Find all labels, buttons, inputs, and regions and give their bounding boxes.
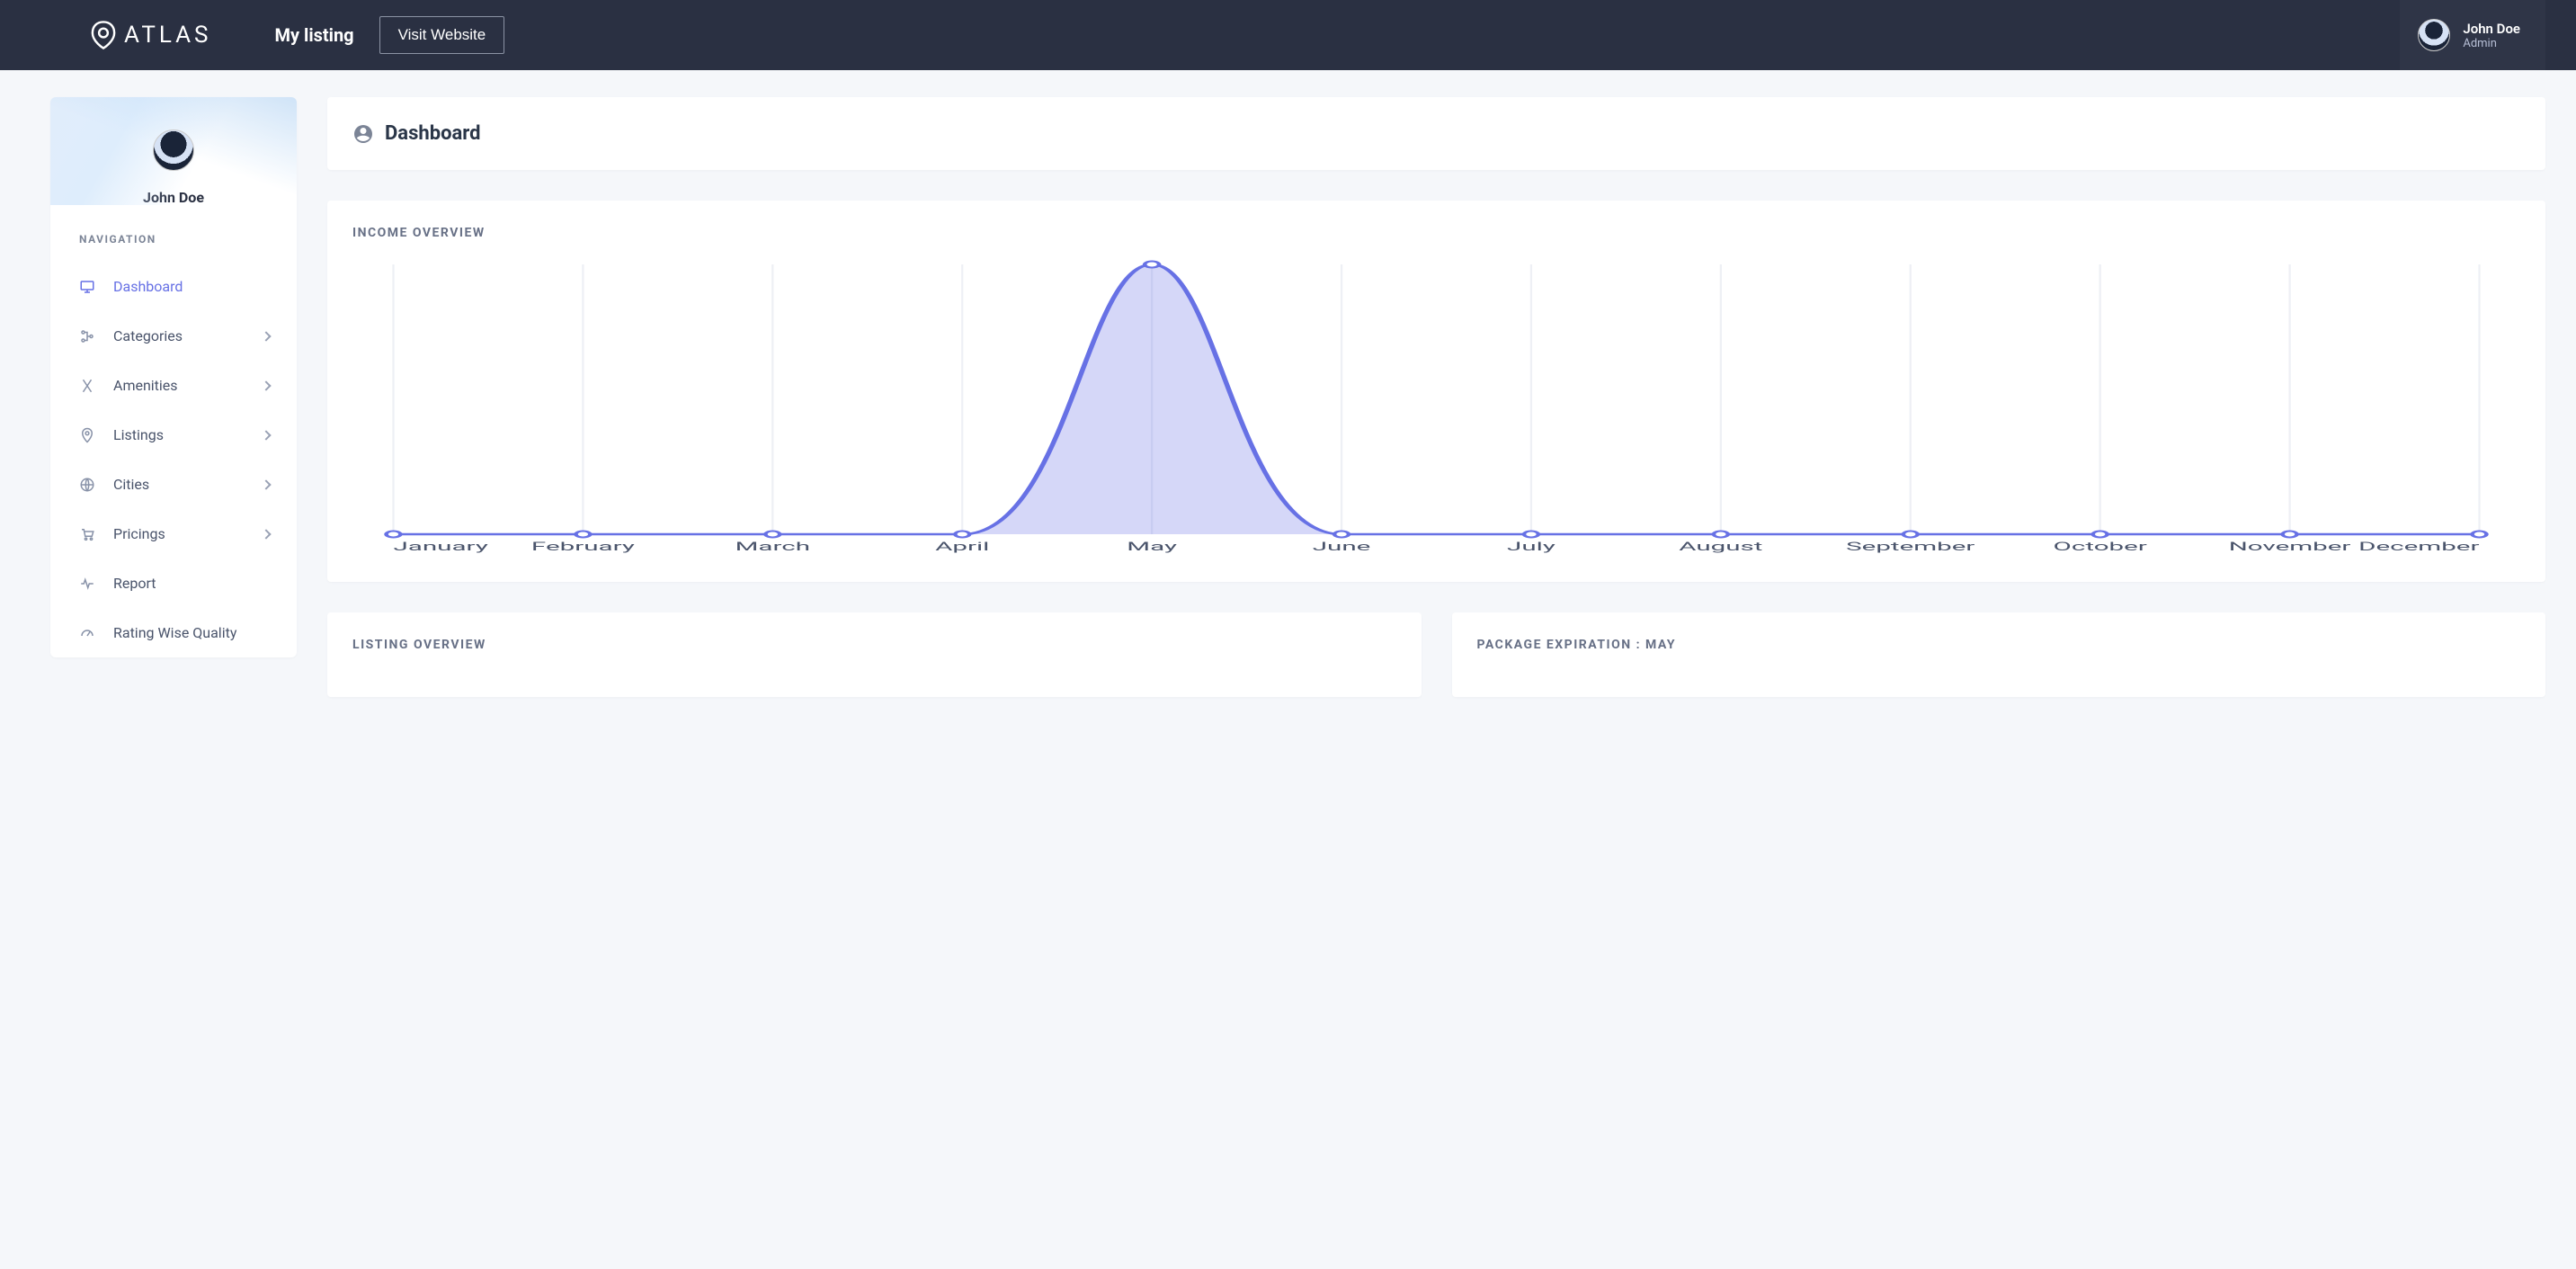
sidebar-item-label: Cities (113, 476, 149, 493)
sidebar-item-report[interactable]: Report (50, 559, 297, 608)
user-circle-icon (352, 123, 374, 145)
sidebar-item-label: Dashboard (113, 278, 183, 295)
avatar[interactable] (153, 130, 194, 171)
globe-icon (79, 477, 95, 493)
sidebar-item-listings[interactable]: Listings (50, 410, 297, 460)
svg-text:February: February (531, 540, 635, 553)
listing-overview-card: LISTING OVERVIEW (327, 612, 1422, 697)
income-overview-label: INCOME OVERVIEW (352, 226, 2520, 240)
income-chart: January February March April May June July Augu… (352, 260, 2520, 557)
sidebar-item-label: Amenities (113, 377, 178, 394)
header-nav: My listing Visit Website (274, 16, 504, 54)
sidebar-item-cities[interactable]: Cities (50, 460, 297, 509)
nav-list: Dashboard Categories Amenities Listings Citi… (50, 262, 297, 657)
gauge-icon (79, 625, 95, 641)
sidebar-item-label: Listings (113, 426, 164, 443)
pin-icon (79, 427, 95, 443)
monitor-icon (79, 279, 95, 295)
dashboard-header-card: Dashboard (327, 97, 2545, 170)
chevron-right-icon (261, 331, 271, 341)
sidebar-item-label: Rating Wise Quality (113, 624, 236, 641)
svg-text:September: September (1846, 540, 1975, 553)
svg-text:July: July (1507, 540, 1555, 553)
sidebar-item-amenities[interactable]: Amenities (50, 361, 297, 410)
my-listing-link[interactable]: My listing (274, 24, 353, 46)
avatar (2418, 19, 2450, 51)
sidebar-item-rating-wise-quality[interactable]: Rating Wise Quality (50, 608, 297, 657)
income-overview-card: INCOME OVERVIEW January February March Apri… (327, 201, 2545, 582)
svg-text:March: March (735, 540, 810, 553)
sidebar-item-dashboard[interactable]: Dashboard (50, 262, 297, 311)
brand-logo[interactable]: ATLAS (90, 20, 211, 50)
svg-text:April: April (935, 540, 989, 553)
svg-text:May: May (1127, 540, 1177, 553)
sidebar-item-label: Report (113, 575, 156, 592)
utensils-icon (79, 378, 95, 394)
svg-text:June: June (1313, 540, 1371, 553)
tree-icon (79, 328, 95, 344)
main-content: Dashboard INCOME OVERVIEW January Februar… (327, 97, 2545, 728)
package-expiration-label: PACKAGE EXPIRATION : MAY (1477, 638, 2521, 652)
listing-overview-label: LISTING OVERVIEW (352, 638, 1396, 652)
sidebar-item-categories[interactable]: Categories (50, 311, 297, 361)
svg-text:December: December (2358, 540, 2480, 553)
chevron-right-icon (261, 529, 271, 539)
svg-text:August: August (1679, 540, 1762, 553)
user-role: Admin (2463, 37, 2520, 50)
chevron-right-icon (261, 430, 271, 440)
nav-heading: NAVIGATION (50, 233, 297, 262)
sidebar-item-pricings[interactable]: Pricings (50, 509, 297, 559)
header-user-menu[interactable]: John Doe Admin (2400, 0, 2545, 70)
chevron-right-icon (261, 479, 271, 489)
svg-text:October: October (2054, 540, 2148, 553)
user-name: John Doe (2463, 21, 2520, 37)
page-title: Dashboard (385, 122, 481, 145)
package-expiration-card: PACKAGE EXPIRATION : MAY (1452, 612, 2546, 697)
svg-text:January: January (393, 540, 488, 553)
visit-website-button[interactable]: Visit Website (379, 16, 505, 54)
svg-text:November: November (2229, 540, 2351, 553)
app-header: ATLAS My listing Visit Website John Doe … (0, 0, 2576, 70)
sidebar-item-label: Pricings (113, 525, 165, 542)
pin-icon (90, 20, 117, 50)
pulse-icon (79, 576, 95, 592)
sidebar: John Doe NAVIGATION DashboardCategoriesA… (50, 97, 297, 657)
sidebar-item-label: Categories (113, 327, 183, 344)
brand-text: ATLAS (124, 22, 211, 49)
chevron-right-icon (261, 380, 271, 390)
cart-icon (79, 526, 95, 542)
sidebar-top (50, 97, 297, 205)
